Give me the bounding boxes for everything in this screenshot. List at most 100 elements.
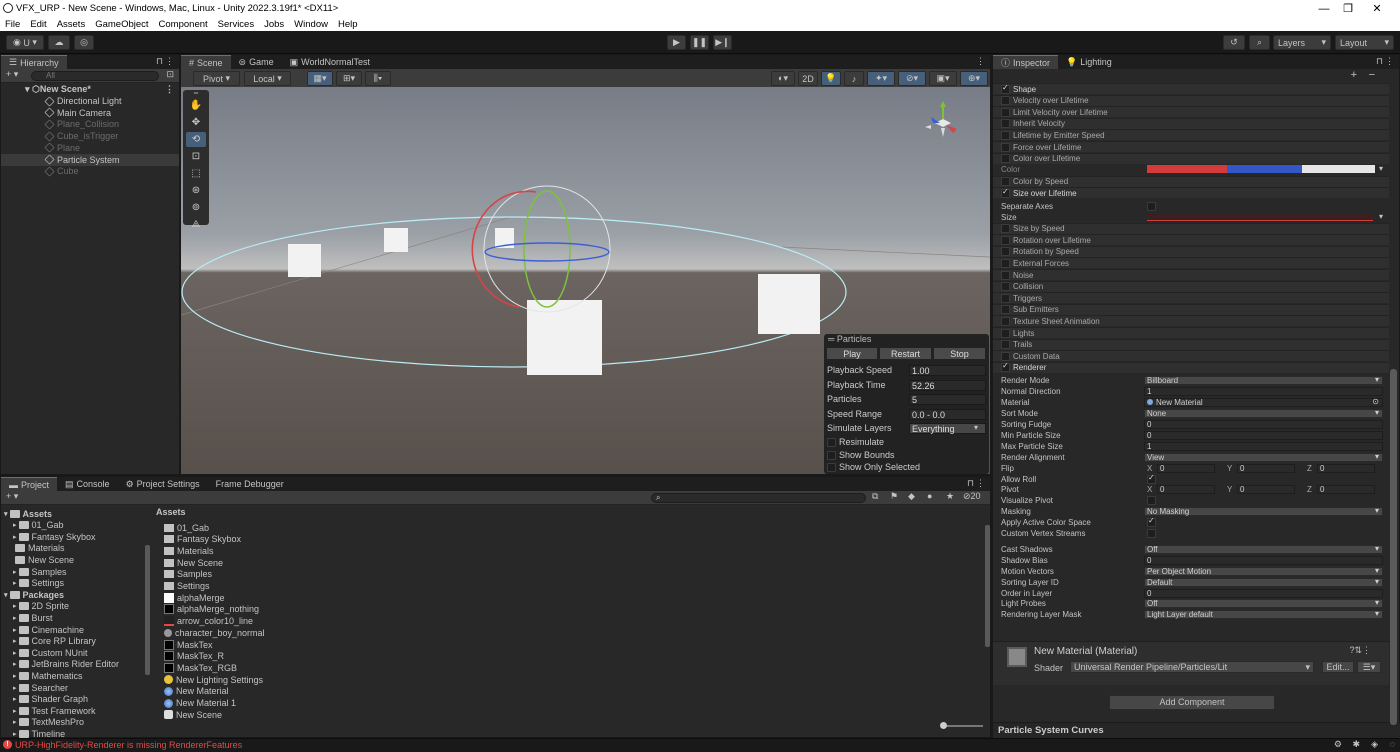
zoom-slider[interactable] [943,725,983,727]
module-toggle-checkbox[interactable] [1001,293,1010,303]
property-field[interactable]: View [1144,452,1383,462]
hidden-objects-icon[interactable]: ⊘▾ [898,71,926,86]
tree-item[interactable]: ▸ Cinemachine [13,624,84,635]
tab-frame-debugger[interactable]: Frame Debugger [208,477,292,491]
menu-component[interactable]: Component [154,19,213,30]
tab-project[interactable]: ▬ Project [1,477,58,491]
menu-services[interactable]: Services [213,19,259,30]
module-toggle-checkbox[interactable] [1001,247,1010,257]
tab-worldnormaltest[interactable]: ▣ WorldNormalTest [282,55,378,69]
assets-scrollbar[interactable] [985,525,990,647]
checkbox[interactable] [827,450,836,460]
asset-item[interactable]: New Lighting Settings [164,674,263,685]
property-field[interactable]: 1 [1144,387,1383,397]
hierarchy-item[interactable]: Directional Light [1,95,179,107]
audio-toggle-icon[interactable]: ♪ [844,71,864,86]
hierarchy-item[interactable]: Particle System [1,153,179,166]
stop-particles-button[interactable]: Stop [933,347,986,360]
progress-icon[interactable]: ⚙ [1334,739,1342,750]
module-header[interactable]: Rotation by Speed [993,245,1389,257]
asset-item[interactable]: Settings [164,581,210,592]
tree-item[interactable]: ▸ 2D Sprite [13,601,69,612]
hierarchy-item[interactable]: Plane [1,142,179,154]
add-icon[interactable]: + ▾ [6,491,18,502]
axis-field[interactable]: 0 [1317,485,1375,495]
lighting-toggle-icon[interactable]: 💡 [821,71,841,86]
asset-item[interactable]: New Scene [164,709,222,720]
module-header[interactable]: Rotation over Lifetime [993,234,1389,246]
tree-item[interactable]: ▸ Core RP Library [13,636,96,647]
property-field[interactable]: 1 [1144,441,1383,451]
asset-item[interactable]: alphaMerge [164,592,225,603]
tree-item[interactable]: ▸ Custom NUnit [13,647,88,658]
move-tool-icon[interactable]: ✥ [186,115,206,130]
rect-tool-icon[interactable]: ⬚ [186,166,206,181]
scale-tool-icon[interactable]: ⊡ [186,149,206,164]
size-curve-field[interactable] [1147,213,1373,221]
module-toggle-checkbox[interactable] [1001,270,1010,280]
module-header[interactable]: Trails [993,338,1389,350]
tree-item[interactable]: ▾ Assets [4,508,52,519]
asset-item[interactable]: MaskTex [164,639,213,650]
particles-row-value[interactable]: 52.26 [909,379,986,391]
restart-particles-button[interactable]: Restart [879,347,932,360]
bug-icon[interactable]: ✱ [1352,739,1360,750]
property-checkbox[interactable] [1147,473,1156,484]
property-field[interactable]: Billboard [1144,376,1383,386]
menu-help[interactable]: Help [333,19,363,30]
axis-field[interactable]: 0 [1157,485,1215,495]
collab-icon[interactable]: ◎ [74,35,94,50]
inspector-scrollbar[interactable] [1390,369,1397,725]
module-toggle-checkbox[interactable] [1001,107,1010,117]
grid-icon[interactable]: ⊞▾ [336,71,362,86]
tab-game[interactable]: ⊜ Game [231,55,282,69]
tree-scrollbar[interactable] [145,545,150,675]
kebab-menu-icon[interactable]: ⋮ [165,56,174,67]
status-message[interactable]: URP-HighFidelity-Renderer is missing Ren… [15,740,242,750]
tab-console[interactable]: ▤ Console [57,477,118,491]
rotate-tool-icon[interactable]: ⟲ [186,132,206,147]
rotation-gizmo-z[interactable] [484,242,610,262]
tree-item[interactable]: ▸ Test Framework [13,705,96,716]
project-search-input[interactable]: ⌕ [651,493,866,503]
gizmos-icon[interactable]: ⊕▾ [960,71,988,86]
checkbox[interactable] [827,463,836,473]
layout-dropdown[interactable]: Layout ▾ [1335,35,1394,50]
property-field[interactable]: 0 [1144,555,1383,565]
property-field[interactable]: ⊙ New Material [1144,398,1383,408]
module-header[interactable]: Renderer [993,361,1389,373]
checkbox[interactable] [827,438,836,448]
target-icon[interactable]: ⊙ [1372,398,1379,406]
tree-item[interactable]: ▸ Shader Graph [13,694,88,705]
menu-file[interactable]: File [0,19,25,30]
add-icon[interactable]: + ▾ [6,69,18,80]
particle-edit-icon[interactable]: ⊚ [186,200,206,215]
module-toggle-checkbox[interactable] [1001,83,1010,94]
search-options-icon[interactable]: ⊡ [166,69,174,80]
increment-snap-icon[interactable]: ⫼▾ [365,71,391,86]
asset-item[interactable]: 01_Gab [164,522,209,533]
module-toggle-checkbox[interactable] [1001,361,1010,373]
asset-item[interactable]: alphaMerge_nothing [164,604,259,615]
tree-item[interactable]: New Scene [13,554,74,565]
camera-icon[interactable]: ▣▾ [929,71,957,86]
menu-window[interactable]: Window [289,19,333,30]
axis-field[interactable]: 0 [1317,463,1375,473]
transform-tool-icon[interactable]: ⊛ [186,183,206,198]
module-header[interactable]: Lifetime by Emitter Speed [993,129,1389,141]
play-button[interactable]: ▶ [667,35,686,50]
property-field[interactable]: Off [1144,599,1383,609]
module-toggle-checkbox[interactable] [1001,235,1010,245]
property-checkbox[interactable] [1147,516,1156,528]
axis-field[interactable]: 0 [1237,463,1295,473]
particles-row-value[interactable]: 1.00 [909,365,986,376]
layers-dropdown[interactable]: Layers ▾ [1273,35,1331,50]
tree-item[interactable]: ▸ Fantasy Skybox [13,531,96,542]
asset-item[interactable]: character_boy_normal [164,627,265,638]
module-toggle-checkbox[interactable] [1001,224,1010,234]
local-dropdown[interactable]: Local ▾ [244,71,291,86]
pivot-dropdown[interactable]: Pivot ▾ [193,71,240,86]
help-icon[interactable]: ?⇅⋮ [1349,645,1371,656]
property-checkbox[interactable] [1147,529,1156,538]
label-filter-icon[interactable]: ◆ [908,491,915,502]
